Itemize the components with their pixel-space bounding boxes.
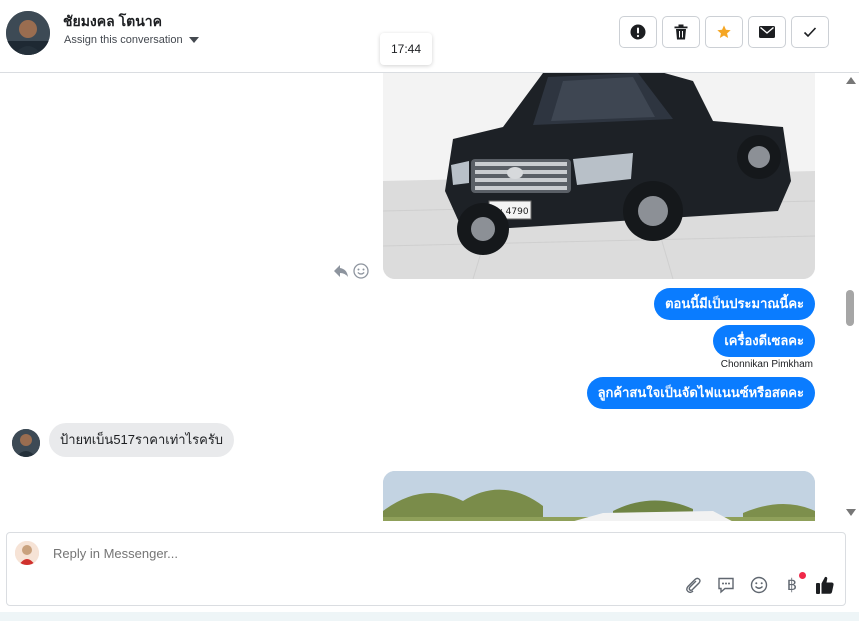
outgoing-message[interactable]: ตอนนี้มีเป็นประมาณนี้คะ [654,288,815,320]
scroll-down-arrow-icon[interactable] [846,509,856,516]
exclamation-icon [630,24,646,40]
incoming-message[interactable]: ป้ายทเบ็น517ราคาเท่าไรครับ [49,423,235,457]
trash-icon [674,24,688,40]
conversation-actions [619,16,829,48]
scroll-thumb[interactable] [846,290,854,326]
conversation-header: ชัยมงคล โตนาค Assign this conversation 1… [0,0,859,73]
sender-name: Chonnikan Pimkham [720,359,813,370]
caret-down-icon [188,37,199,43]
star-button[interactable] [705,16,743,48]
composer-tools: ฿ [683,572,835,595]
reply-composer: ฿ [6,532,846,606]
report-button[interactable] [619,16,657,48]
emoji-icon[interactable] [749,575,769,595]
emoji-react-icon[interactable] [353,263,369,279]
delete-button[interactable] [662,16,700,48]
car-photo-attachment[interactable]: ผน 4790 [383,73,815,279]
star-icon [717,25,731,38]
car-photo-attachment[interactable] [383,471,815,521]
reply-input[interactable] [51,545,655,562]
timestamp-tooltip: 17:44 [380,33,432,65]
paperclip-icon[interactable] [683,575,703,595]
notification-dot [799,572,806,579]
thumbs-up-icon[interactable] [815,575,835,595]
page-avatar [15,541,39,565]
contact-avatar-small[interactable] [12,429,40,457]
scroll-up-arrow-icon[interactable] [846,77,856,84]
saved-reply-icon[interactable] [716,575,736,595]
conversation-window: ชัยมงคล โตนาค Assign this conversation 1… [0,0,859,621]
contact-name[interactable]: ชัยมงคล โตนาค [63,11,162,33]
baht-symbol: ฿ [786,577,798,594]
check-icon [803,27,817,38]
bottom-edge [0,612,859,621]
outgoing-message[interactable]: ลูกค้าสนใจเป็นจัดไฟแนนซ์หรือสดคะ [586,377,815,409]
message-thread[interactable]: ผน 4790 ตอนนี้มีเป็นประมาณนี้คะ เครื่องด… [0,73,844,521]
contact-avatar[interactable] [6,11,50,55]
mark-unread-button[interactable] [748,16,786,48]
assign-label: Assign this conversation [64,34,183,46]
reply-icon[interactable] [333,263,349,279]
mark-done-button[interactable] [791,16,829,48]
assign-conversation-dropdown[interactable]: Assign this conversation [64,34,199,46]
message-actions [333,263,369,279]
thread-scrollbar[interactable] [844,73,859,521]
outgoing-message[interactable]: เครื่องดีเซลคะ [713,325,815,357]
baht-payment-icon[interactable]: ฿ [782,572,806,595]
envelope-icon [759,26,775,38]
